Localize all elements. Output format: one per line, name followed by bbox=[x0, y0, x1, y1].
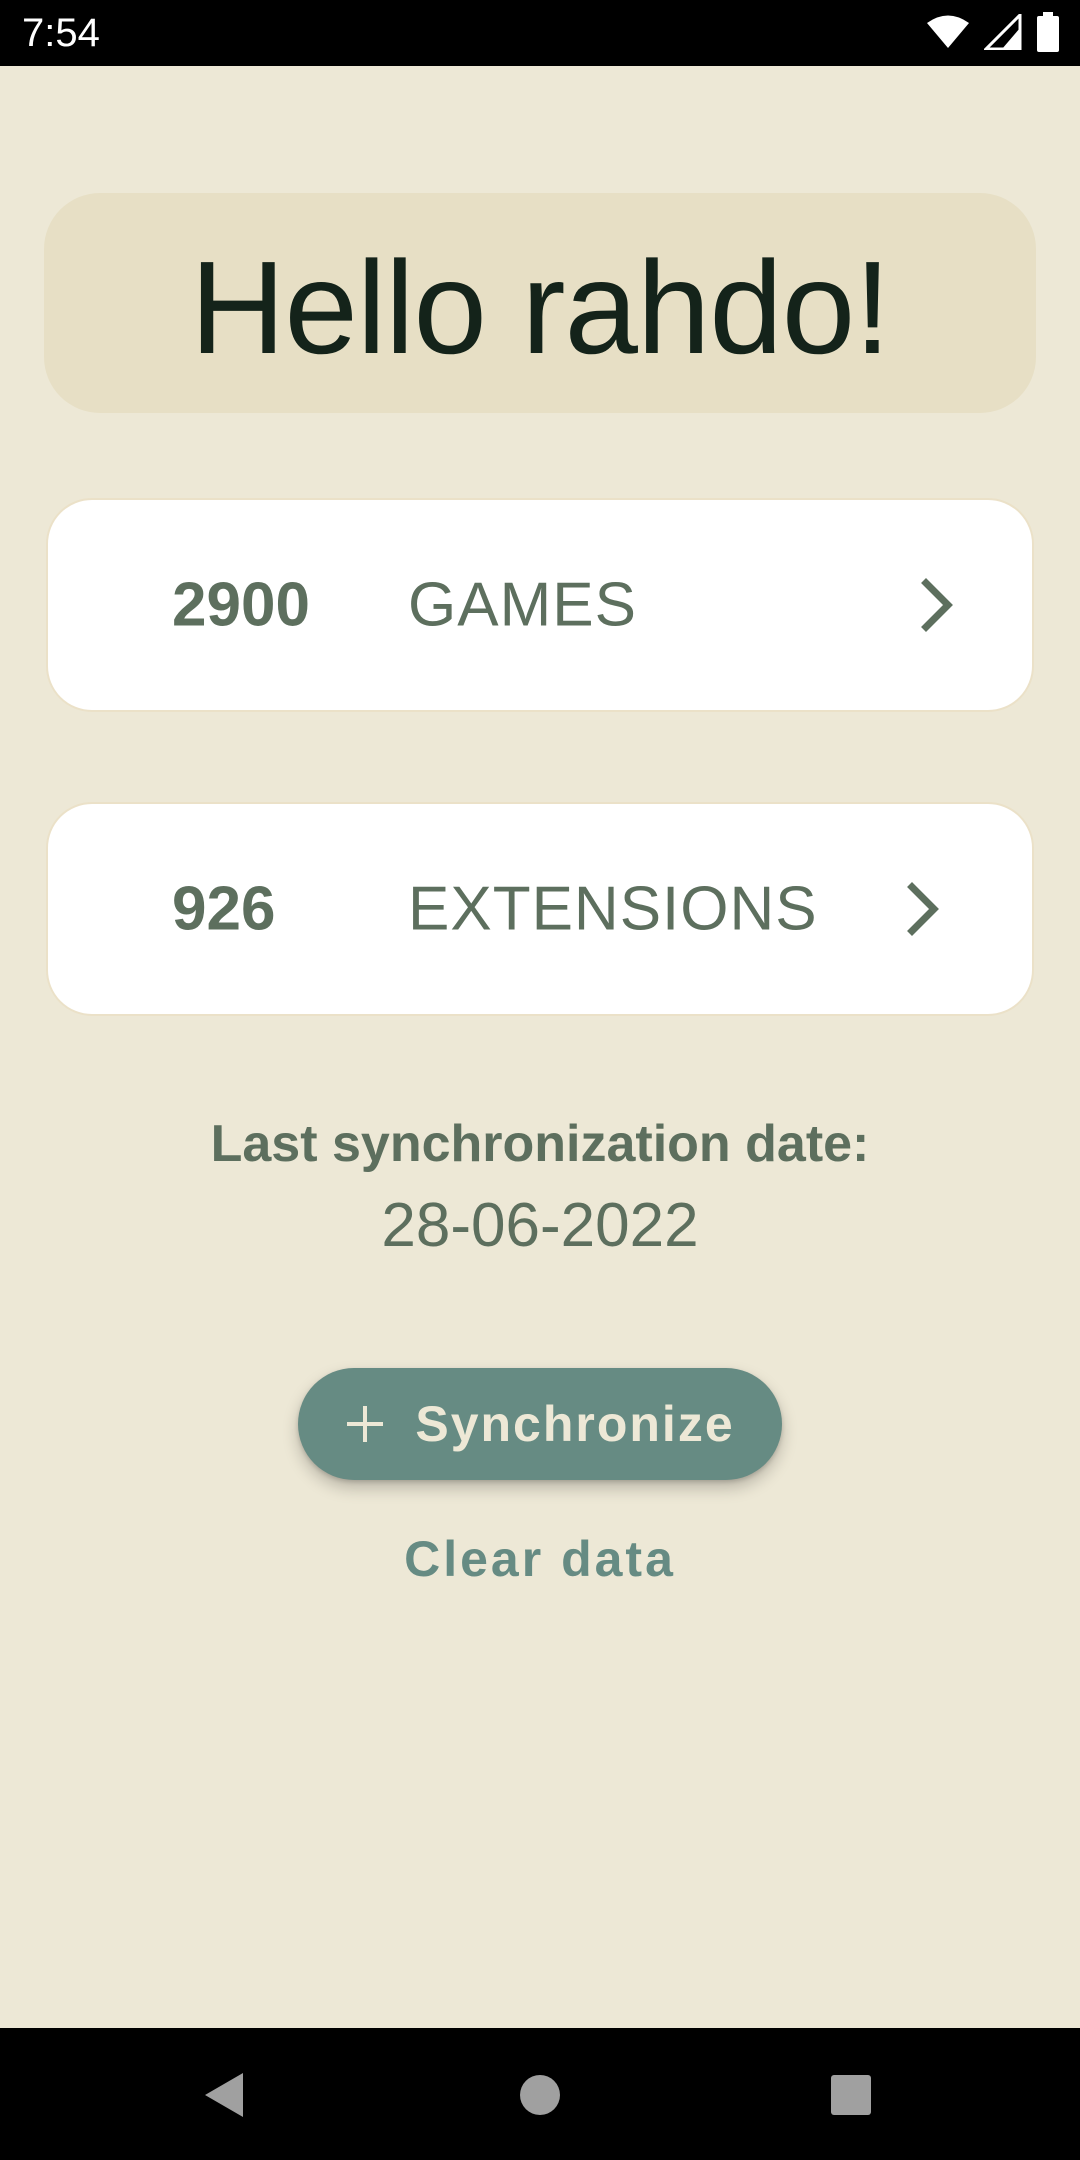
back-icon[interactable] bbox=[190, 2060, 260, 2130]
home-icon[interactable] bbox=[505, 2060, 575, 2130]
plus-icon bbox=[345, 1404, 385, 1444]
wifi-icon bbox=[926, 14, 970, 55]
last-sync-date: 28-06-2022 bbox=[381, 1191, 699, 1260]
games-count: 2900 bbox=[172, 570, 310, 640]
status-time: 7:54 bbox=[22, 11, 100, 55]
chevron-right-icon bbox=[918, 577, 958, 633]
home-screen: 7:54 Hello rahdo! 2900 GAMES 926 EXTENSI… bbox=[0, 0, 1080, 2160]
extensions-count: 926 bbox=[172, 874, 276, 944]
extensions-label: EXTENSIONS bbox=[408, 874, 818, 944]
synchronize-button-label: Synchronize bbox=[415, 1396, 735, 1452]
status-bar: 7:54 bbox=[0, 0, 1080, 66]
extensions-card[interactable]: 926 EXTENSIONS bbox=[46, 802, 1034, 1016]
last-sync-label: Last synchronization date: bbox=[210, 1115, 870, 1173]
chevron-right-icon bbox=[904, 881, 944, 937]
games-label: GAMES bbox=[408, 570, 637, 640]
battery-icon bbox=[1036, 11, 1060, 57]
status-icons bbox=[926, 10, 1060, 57]
greeting-card: Hello rahdo! bbox=[44, 193, 1036, 413]
synchronize-button[interactable]: Synchronize bbox=[298, 1368, 782, 1480]
navigation-bar bbox=[0, 2028, 1080, 2160]
clear-data-button[interactable]: Clear data bbox=[390, 1524, 690, 1594]
recents-icon[interactable] bbox=[816, 2060, 886, 2130]
games-card[interactable]: 2900 GAMES bbox=[46, 498, 1034, 712]
greeting-title: Hello rahdo! bbox=[190, 234, 891, 381]
cell-signal-icon bbox=[982, 10, 1022, 55]
